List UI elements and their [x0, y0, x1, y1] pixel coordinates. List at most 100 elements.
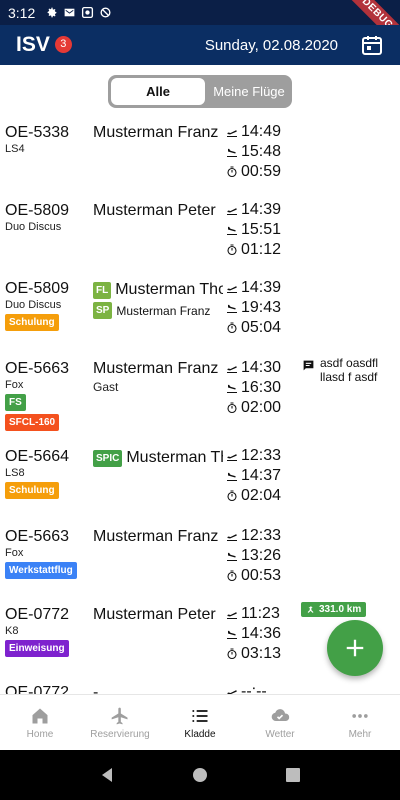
landing-time: 14:37: [241, 467, 282, 484]
route-icon: [307, 605, 314, 613]
landing-icon: [227, 472, 237, 481]
second-person-name: Gast: [93, 380, 119, 394]
pilot-name: Musterman Thomas: [115, 281, 223, 298]
flight-row[interactable]: OE-5809 Duo Discus Schulung FL Musterman Tho…: [0, 272, 400, 352]
takeoff-time: 14:39: [241, 201, 282, 218]
flight-tags: Einweisung: [5, 640, 69, 657]
landing-icon: [227, 226, 237, 235]
flight-times: 14:39 15:51 01:12: [226, 200, 298, 260]
nav-label: Reservierung: [90, 728, 150, 740]
landing-icon: [227, 552, 237, 561]
app-bar: ISV 3 Sunday, 02.08.2020: [0, 25, 400, 65]
flight-duration: 03:13: [241, 645, 282, 662]
flight-duration: 00:59: [241, 163, 282, 180]
flight-tag: Werkstattflug: [5, 562, 77, 579]
flight-row[interactable]: OE-0772 - --:--: [0, 676, 400, 694]
flight-row[interactable]: OE-5663 Fox Werkstattflug Musterman Franz 12…: [0, 520, 400, 598]
nav-label: Home: [26, 728, 54, 740]
timer-icon: [227, 322, 237, 334]
notification-badge[interactable]: 3: [54, 35, 72, 53]
more-icon: [352, 713, 368, 718]
status-bar: 3:12 DEBUG: [0, 0, 400, 25]
recents-icon[interactable]: [285, 767, 301, 783]
distance-badge: 331.0 km: [301, 602, 367, 617]
flight-note[interactable]: asdf oasdfl llasd f asdf: [302, 356, 398, 384]
second-role-tag: SP: [93, 302, 113, 319]
takeoff-time: 14:49: [241, 123, 282, 140]
second-person-name: Musterman Franz: [116, 303, 211, 318]
takeoff-time: --:--: [241, 683, 267, 694]
pilot-name: Musterman Franz: [93, 360, 219, 377]
timer-icon: [227, 490, 237, 502]
aircraft-registration: OE-5809: [5, 202, 70, 219]
flight-duration: 02:00: [241, 399, 282, 416]
bottom-navigation: Home Reservierung Kladde Wetter Mehr: [0, 694, 400, 750]
landing-time: 19:43: [241, 299, 282, 316]
flight-times: 11:23 14:36 03:13: [226, 604, 298, 664]
status-time: 3:12: [8, 4, 36, 21]
flight-tags: Schulung: [5, 482, 59, 499]
flight-times: 14:30 16:30 02:00: [226, 358, 298, 418]
settings-icon: [47, 7, 57, 18]
calendar-icon[interactable]: [360, 33, 384, 57]
filter-all-button[interactable]: Alle: [111, 78, 205, 105]
filter-my-flights-button[interactable]: Meine Flüge: [208, 78, 290, 105]
takeoff-icon: [227, 130, 237, 137]
aircraft-type: Duo Discus: [5, 299, 62, 311]
aircraft-registration: OE-5338: [5, 124, 70, 141]
takeoff-icon: [227, 286, 237, 293]
takeoff-icon: [227, 612, 237, 619]
flight-tag: Schulung: [5, 314, 59, 331]
filter-toggle: Alle Meine Flüge: [108, 75, 292, 108]
flight-tags: FS SFCL-160: [5, 394, 60, 431]
distance-value: 331.0 km: [319, 604, 362, 615]
mail-icon: [64, 8, 75, 17]
back-icon[interactable]: [99, 767, 115, 783]
system-navigation-bar: [0, 750, 400, 800]
nav-reservierung[interactable]: Reservierung: [80, 695, 160, 750]
nav-mehr[interactable]: Mehr: [320, 695, 400, 750]
aircraft-registration: OE-0772: [5, 606, 70, 623]
note-text: asdf oasdfl llasd f asdf: [320, 356, 379, 384]
flight-row[interactable]: OE-5663 Fox FS SFCL-160 Musterman Franz Gast 1…: [0, 352, 400, 440]
flight-tag: Einweisung: [5, 640, 69, 657]
flight-list[interactable]: OE-5338 LS4 Musterman Franz 14:49 15:48 00:59…: [0, 116, 400, 694]
nav-home[interactable]: Home: [0, 695, 80, 750]
flight-duration: 01:12: [241, 241, 282, 258]
plus-icon: [346, 639, 364, 657]
flight-times: 12:33 13:26 00:53: [226, 526, 298, 586]
data-saver-icon: [100, 7, 111, 18]
flight-times: 14:49 15:48 00:59: [226, 122, 298, 182]
pilot-name: Musterman Franz: [93, 528, 219, 545]
takeoff-time: 14:39: [241, 279, 282, 296]
aircraft-type: LS8: [5, 467, 25, 479]
landing-icon: [227, 148, 237, 157]
flight-tag: SFCL-160: [5, 414, 60, 431]
home-circle-icon[interactable]: [192, 767, 208, 783]
add-flight-button[interactable]: [327, 620, 383, 676]
pilot-row: SPICMusterman Thomas: [93, 448, 223, 468]
takeoff-time: 14:30: [241, 359, 282, 376]
current-date: Sunday, 02.08.2020: [204, 36, 338, 54]
flight-row[interactable]: OE-5809 Duo Discus Musterman Peter 14:39 15:…: [0, 194, 400, 272]
flight-duration: 02:04: [241, 487, 282, 504]
flight-row[interactable]: OE-5338 LS4 Musterman Franz 14:49 15:48 00:59: [0, 116, 400, 194]
landing-time: 16:30: [241, 379, 282, 396]
flight-duration: 00:53: [241, 567, 282, 584]
landing-time: 15:51: [241, 221, 282, 238]
notification-icon: [82, 6, 94, 19]
cloud-icon: [271, 708, 290, 721]
takeoff-time: 12:33: [241, 447, 282, 464]
app-title: ISV: [16, 33, 50, 56]
pilot-name: -: [93, 684, 99, 694]
nav-wetter[interactable]: Wetter: [240, 695, 320, 750]
aircraft-type: LS4: [5, 143, 25, 155]
landing-time: 13:26: [241, 547, 282, 564]
nav-label: Kladde: [184, 728, 216, 740]
aircraft-registration: OE-5663: [5, 360, 70, 377]
flight-row[interactable]: OE-5664LS8SchulungSPICMusterman Thomas12…: [0, 440, 400, 520]
aircraft-type: Fox: [5, 379, 24, 391]
list-icon: [192, 709, 208, 722]
nav-kladde[interactable]: Kladde: [160, 695, 240, 750]
landing-time: 14:36: [241, 625, 282, 642]
